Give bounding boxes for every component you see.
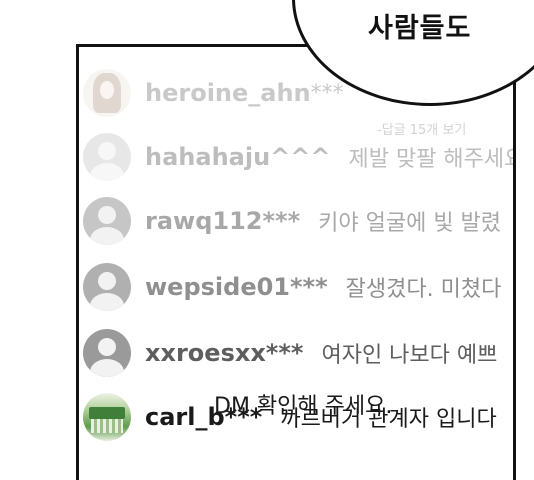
default-user-icon[interactable]: [83, 197, 131, 245]
storefront-photo-icon[interactable]: [83, 393, 131, 441]
default-user-icon[interactable]: [83, 133, 131, 181]
default-user-icon[interactable]: [83, 263, 131, 311]
comment-username[interactable]: hahahaju^^^: [145, 143, 330, 171]
comment-item[interactable]: wepside01*** 잘생겼다. 미쳤다: [83, 261, 501, 313]
comment-username[interactable]: xxroesxx***: [145, 339, 303, 367]
comment-text: 제발 맞팔 해주세요: [348, 147, 516, 172]
comment-item[interactable]: hahahaju^^^ 제발 맞팔 해주세요: [83, 131, 516, 183]
default-user-icon[interactable]: [83, 329, 131, 377]
comment-text: ***: [310, 80, 344, 106]
woman-photo-icon[interactable]: [83, 69, 131, 117]
comment-username[interactable]: rawq112***: [145, 207, 300, 235]
comic-panel-scene: 사람들도 heroine_ahn *** -답글 15개 보기 hahahaju…: [0, 0, 534, 480]
speech-bubble-text: 사람들도: [368, 13, 472, 44]
comment-text: 키야 얼굴에 빛 발렸: [318, 211, 502, 236]
comment-item[interactable]: rawq112*** 키야 얼굴에 빛 발렸: [83, 195, 501, 247]
comment-username[interactable]: heroine_ahn: [145, 79, 311, 107]
comment-text: 잘생겼다. 미쳤다: [345, 277, 502, 302]
comment-item[interactable]: heroine_ahn ***: [83, 67, 344, 119]
comment-text-line2: DM 확인해 주세요.: [214, 394, 393, 419]
comment-text: 여자인 나보다 예쁘: [321, 343, 498, 368]
comment-username[interactable]: wepside01***: [145, 273, 328, 301]
comment-item[interactable]: xxroesxx*** 여자인 나보다 예쁘: [83, 327, 497, 379]
